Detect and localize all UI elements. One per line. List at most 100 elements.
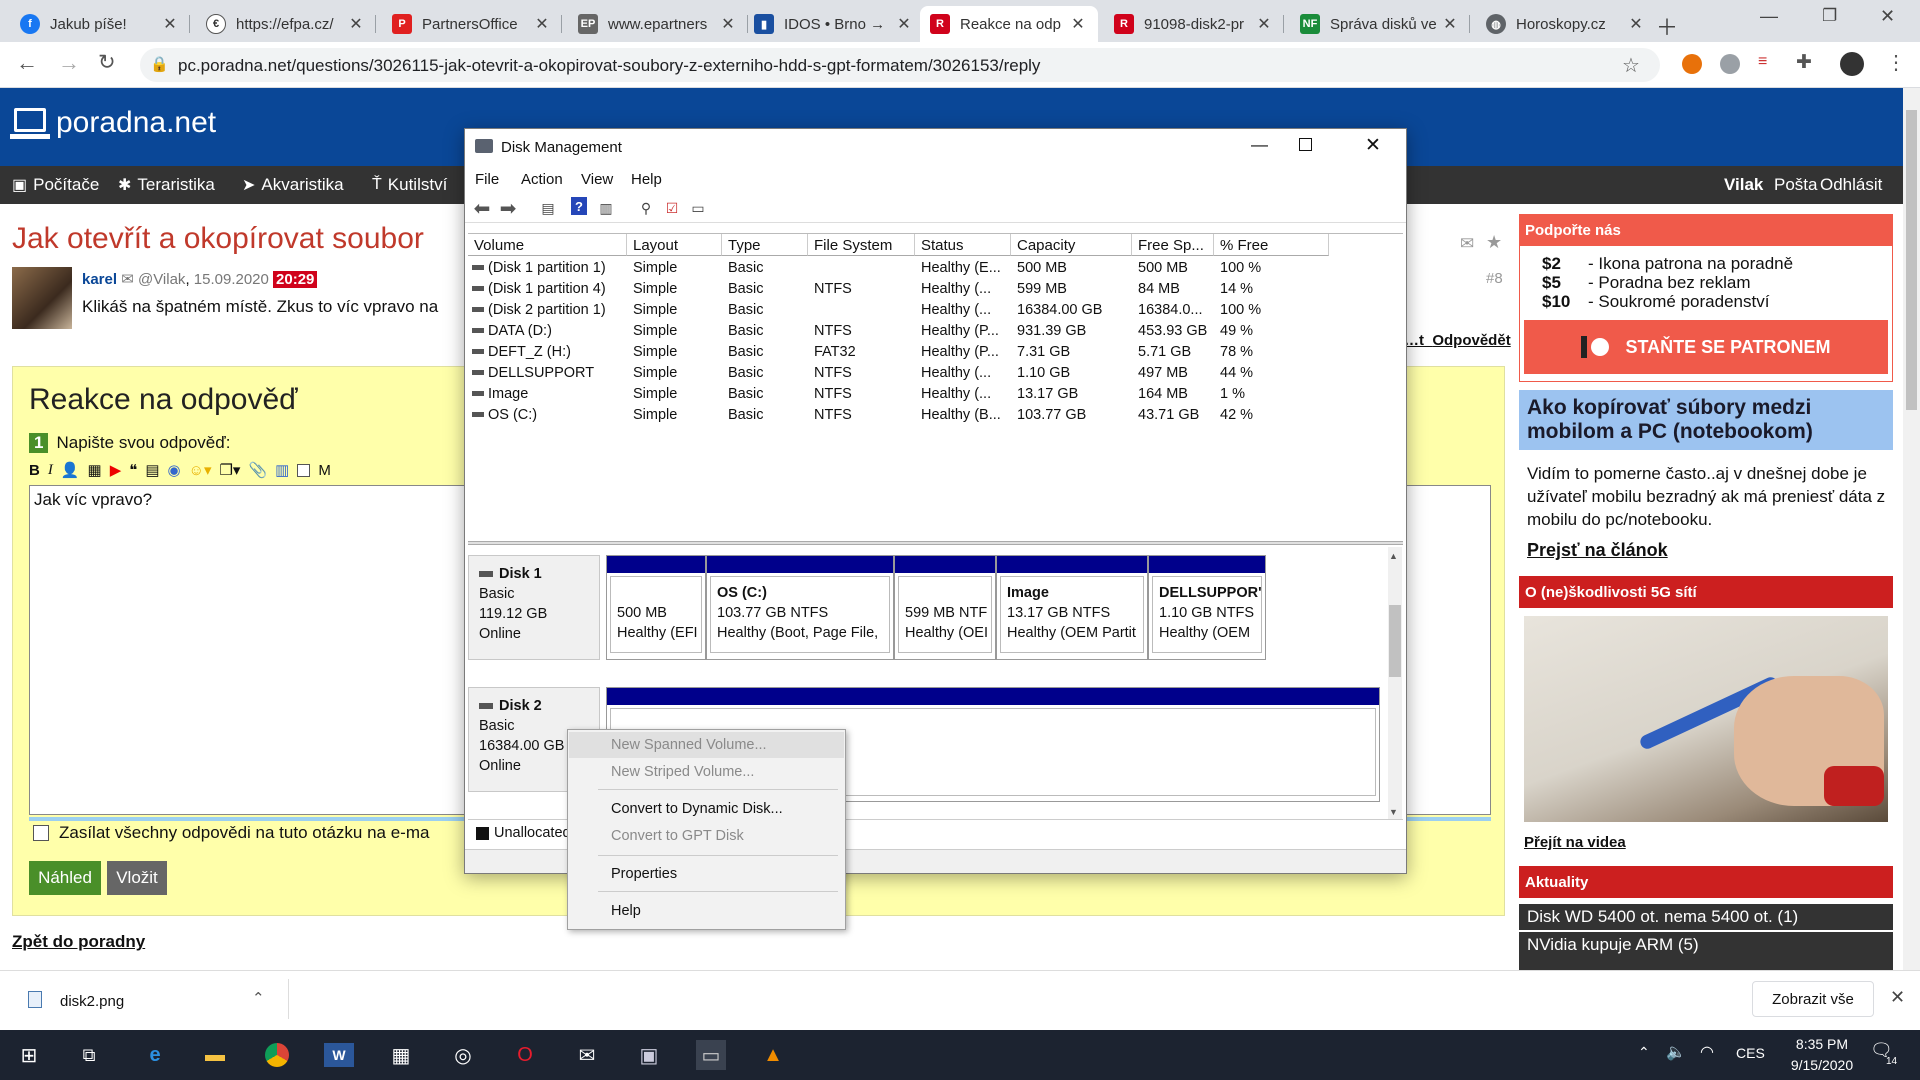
close-tab-icon[interactable]: ✕ <box>718 14 738 34</box>
partition-oem-recovery[interactable]: 599 MB NTF Healthy (OEI <box>894 555 996 660</box>
eye-icon[interactable]: ◉ <box>168 461 181 479</box>
steam-icon[interactable]: ◎ <box>448 1040 478 1070</box>
window-titlebar[interactable]: Disk Management — ✕ <box>465 129 1406 167</box>
video-thumbnail[interactable] <box>1524 616 1888 822</box>
profile-avatar[interactable] <box>1840 52 1864 76</box>
news-item[interactable]: Disk WD 5400 ot. nema 5400 ot. (1) <box>1519 904 1893 930</box>
graph-scrollbar[interactable]: ▲ ▼ <box>1388 547 1402 822</box>
volume-row[interactable]: (Disk 1 partition 4) Simple Basic NTFS Healt… <box>468 279 1403 300</box>
maximize-window-button[interactable]: ❐ <box>1822 6 1837 26</box>
extension-icon[interactable] <box>1720 54 1740 74</box>
menu-item-convert-dynamic[interactable]: Convert to Dynamic Disk... <box>569 796 844 822</box>
news-item[interactable]: NVidia kupuje ARM (5) <box>1519 932 1893 958</box>
youtube-icon[interactable]: ▶ <box>110 461 122 479</box>
minimize-window-button[interactable]: — <box>1760 6 1778 27</box>
disk-management-taskbar-icon[interactable]: ▭ <box>696 1040 726 1070</box>
console-tree-icon[interactable]: ▤ <box>537 197 559 219</box>
submit-button[interactable]: Vložit <box>107 861 167 895</box>
browser-tab[interactable]: € https://efpa.cz/ ✕ <box>196 6 376 42</box>
volume-icon[interactable]: 🔈 <box>1666 1042 1686 1062</box>
volume-row[interactable]: (Disk 2 partition 1) Simple Basic Healthy (… <box>468 300 1403 321</box>
back-arrow-icon[interactable]: ← <box>16 50 38 76</box>
col-header-type[interactable]: Type <box>722 234 808 256</box>
extension-icon[interactable] <box>1682 54 1702 74</box>
close-window-button[interactable]: ✕ <box>1880 6 1895 27</box>
puzzle-icon[interactable]: ✚ <box>1796 51 1812 74</box>
new-tab-button[interactable]: ＋ <box>1656 10 1678 42</box>
code-icon[interactable]: ▤ <box>145 461 159 479</box>
browser-tab[interactable]: EP www.epartners ✕ <box>568 6 748 42</box>
menu-action[interactable]: Action <box>521 171 563 188</box>
page-scrollbar[interactable] <box>1903 88 1920 970</box>
volume-row[interactable]: DATA (D:) Simple Basic NTFS Healthy (P... 931… <box>468 321 1403 342</box>
m-checkbox[interactable] <box>297 463 311 477</box>
volume-row[interactable]: DELLSUPPORT Simple Basic NTFS Healthy (... 1.… <box>468 363 1403 384</box>
partition-image[interactable]: Image 13.17 GB NTFS Healthy (OEM Partit <box>996 555 1148 660</box>
user-name[interactable]: Vilak <box>1724 166 1763 204</box>
image-icon[interactable]: ▦ <box>88 461 102 479</box>
language-indicator[interactable]: CES <box>1736 1045 1765 1061</box>
minimize-button[interactable]: — <box>1251 135 1268 155</box>
mail-icon[interactable]: ✉ <box>572 1040 602 1070</box>
mail-icon[interactable]: ✉ <box>1460 234 1474 254</box>
properties-pane-icon[interactable]: ▥ <box>595 197 617 219</box>
bookmark-star-icon[interactable]: ☆ <box>1622 53 1640 78</box>
close-tab-icon[interactable]: ✕ <box>346 14 366 34</box>
browser-tab[interactable]: R 91098-disk2-pr ✕ <box>1104 6 1284 42</box>
menu-item-help[interactable]: Help <box>569 898 844 924</box>
quote-icon[interactable]: ❝ <box>129 461 137 479</box>
italic-icon[interactable]: I <box>48 462 53 479</box>
menu-help[interactable]: Help <box>631 171 662 188</box>
browser-tab[interactable]: P PartnersOffice ✕ <box>382 6 562 42</box>
notify-checkbox[interactable] <box>33 825 49 841</box>
partition-os-c[interactable]: OS (C:) 103.77 GB NTFS Healthy (Boot, Page… <box>706 555 894 660</box>
close-tab-icon[interactable]: ✕ <box>1068 14 1088 34</box>
menu-view[interactable]: View <box>581 171 613 188</box>
star-icon[interactable]: ★ <box>1486 232 1502 253</box>
nav-item-teraristika[interactable]: ✱ Teraristika <box>118 166 215 204</box>
site-logo[interactable]: poradna.net <box>56 106 216 140</box>
wifi-icon[interactable]: ◠ <box>1700 1042 1714 1062</box>
nav-item-kutilstvi[interactable]: Ť Kutilství <box>372 166 447 204</box>
check-icon[interactable]: ☑ <box>661 197 683 219</box>
opera-icon[interactable]: O <box>510 1040 540 1070</box>
scroll-up-icon[interactable]: ▲ <box>1389 551 1398 561</box>
forward-arrow-icon[interactable]: ➡ <box>497 197 519 220</box>
box-icon[interactable]: ❒▾ <box>219 461 240 479</box>
chart-icon[interactable]: ▥ <box>275 461 289 479</box>
menu-item-new-spanned-volume[interactable]: New Spanned Volume... <box>569 732 844 758</box>
close-button[interactable]: ✕ <box>1365 134 1381 157</box>
col-header-filesystem[interactable]: File System <box>808 234 915 256</box>
close-tab-icon[interactable]: ✕ <box>894 14 914 34</box>
menu-dots-icon[interactable]: ⋮ <box>1886 50 1906 75</box>
pane-splitter[interactable] <box>468 541 1403 545</box>
back-arrow-icon[interactable]: ⬅ <box>471 197 493 220</box>
scrollbar-thumb[interactable] <box>1906 110 1917 410</box>
browser-tab[interactable]: f Jakub píše! ✕ <box>10 6 190 42</box>
video-link[interactable]: Přejít na videa <box>1524 834 1626 851</box>
close-icon[interactable]: ✕ <box>1890 987 1905 1008</box>
menu-file[interactable]: File <box>475 171 499 188</box>
calendar-icon[interactable]: ▦ <box>386 1040 416 1070</box>
nav-item-pocitace[interactable]: ▣ Počítače <box>12 166 99 204</box>
volume-row[interactable]: (Disk 1 partition 1) Simple Basic Healthy (… <box>468 258 1403 279</box>
disk-1-label[interactable]: Disk 1 Basic 119.12 GB Online <box>468 555 600 660</box>
col-header-capacity[interactable]: Capacity <box>1011 234 1132 256</box>
mail-link[interactable]: Pošta <box>1774 166 1817 204</box>
paperclip-icon[interactable]: 📎 <box>248 461 267 479</box>
forward-arrow-icon[interactable]: → <box>58 50 80 76</box>
chrome-icon[interactable] <box>262 1040 292 1070</box>
windows-start-icon[interactable]: ⊞ <box>14 1040 44 1070</box>
list-icon[interactable]: ▭ <box>687 197 709 219</box>
col-header-percentfree[interactable]: % Free <box>1214 234 1329 256</box>
menu-item-convert-gpt[interactable]: Convert to GPT Disk <box>569 823 844 849</box>
nav-item-akvaristika[interactable]: ➤ Akvaristika <box>242 166 344 204</box>
maximize-button[interactable] <box>1299 138 1312 151</box>
logout-link[interactable]: Odhlásit <box>1820 166 1882 204</box>
col-header-freespace[interactable]: Free Sp... <box>1132 234 1214 256</box>
browser-tab[interactable]: NF Správa disků ve ✕ <box>1290 6 1470 42</box>
show-all-button[interactable]: Zobrazit vše <box>1752 981 1874 1017</box>
extension-icon[interactable]: ≡ <box>1758 53 1767 71</box>
menu-item-new-striped-volume[interactable]: New Striped Volume... <box>569 759 844 785</box>
close-tab-icon[interactable]: ✕ <box>1440 14 1460 34</box>
